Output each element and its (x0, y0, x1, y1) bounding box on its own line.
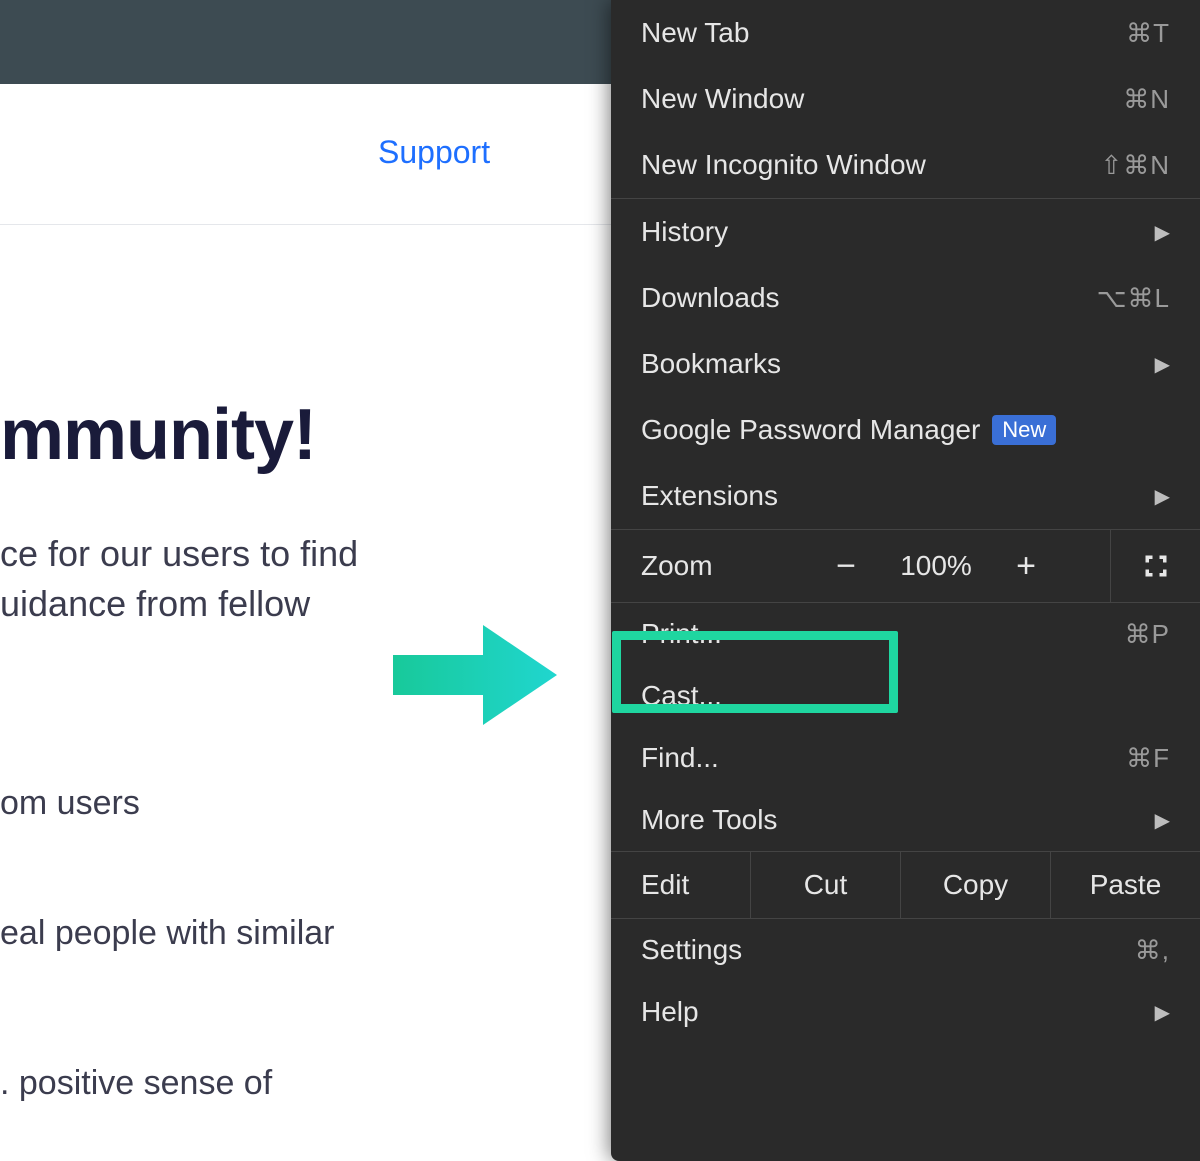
menu-label: New Incognito Window (641, 149, 926, 181)
menu-item-cast[interactable]: Cast... (611, 665, 1200, 727)
menu-label: Help (641, 996, 699, 1028)
menu-item-new-incognito[interactable]: New Incognito Window ⇧⌘N (611, 132, 1200, 198)
body-text-1: om users (0, 784, 140, 823)
menu-shortcut: ⌘F (1126, 743, 1170, 774)
menu-item-print[interactable]: Print... ⌘P (611, 603, 1200, 665)
edit-copy-button[interactable]: Copy (901, 852, 1051, 918)
submenu-arrow-icon: ▶ (1155, 808, 1170, 833)
menu-label: Extensions (641, 480, 778, 512)
menu-shortcut: ⌘, (1135, 935, 1170, 966)
menu-item-settings[interactable]: Settings ⌘, (611, 919, 1200, 981)
menu-shortcut: ⌘T (1126, 18, 1170, 49)
menu-label: New Window (641, 83, 804, 115)
menu-item-zoom: Zoom − 100% + (611, 530, 1200, 602)
fullscreen-icon (1142, 552, 1170, 580)
menu-shortcut: ⇧⌘N (1100, 150, 1170, 181)
chrome-overflow-menu: New Tab ⌘T New Window ⌘N New Incognito W… (611, 0, 1200, 1161)
menu-item-downloads[interactable]: Downloads ⌥⌘L (611, 265, 1200, 331)
page-subtext: ce for our users to find uidance from fe… (0, 529, 500, 630)
menu-label: Print... (641, 618, 722, 650)
submenu-arrow-icon: ▶ (1155, 220, 1170, 245)
edit-paste-button[interactable]: Paste (1051, 852, 1200, 918)
menu-label: Google Password Manager (641, 414, 980, 446)
menu-item-new-tab[interactable]: New Tab ⌘T (611, 0, 1200, 66)
menu-shortcut: ⌘P (1125, 619, 1170, 650)
subtext-line1: ce for our users to find (0, 533, 358, 574)
menu-label: Downloads (641, 282, 780, 314)
zoom-value: 100% (881, 550, 991, 582)
menu-shortcut: ⌘N (1123, 84, 1170, 115)
menu-label: Cast... (641, 680, 722, 712)
body-text-3: . positive sense of (0, 1064, 272, 1103)
menu-item-find[interactable]: Find... ⌘F (611, 727, 1200, 789)
zoom-out-button[interactable]: − (811, 547, 881, 586)
page-title: mmunity! (0, 394, 316, 476)
menu-item-bookmarks[interactable]: Bookmarks ▶ (611, 331, 1200, 397)
menu-label: Find... (641, 742, 719, 774)
menu-shortcut: ⌥⌘L (1097, 283, 1170, 314)
submenu-arrow-icon: ▶ (1155, 484, 1170, 509)
edit-cut-button[interactable]: Cut (751, 852, 901, 918)
zoom-label: Zoom (641, 550, 811, 582)
zoom-in-button[interactable]: + (991, 547, 1061, 586)
menu-item-edit: Edit Cut Copy Paste (611, 852, 1200, 918)
support-link[interactable]: Support (378, 134, 490, 171)
menu-label: History (641, 216, 728, 248)
menu-item-extensions[interactable]: Extensions ▶ (611, 463, 1200, 529)
new-badge: New (992, 415, 1056, 445)
fullscreen-button[interactable] (1110, 530, 1200, 602)
menu-item-history[interactable]: History ▶ (611, 199, 1200, 265)
menu-item-password-manager[interactable]: Google Password Manager New (611, 397, 1200, 463)
menu-item-new-window[interactable]: New Window ⌘N (611, 66, 1200, 132)
menu-item-more-tools[interactable]: More Tools ▶ (611, 789, 1200, 851)
edit-label: Edit (611, 852, 751, 918)
subtext-line2: uidance from fellow (0, 583, 310, 624)
menu-item-help[interactable]: Help ▶ (611, 981, 1200, 1043)
submenu-arrow-icon: ▶ (1155, 1000, 1170, 1025)
submenu-arrow-icon: ▶ (1155, 352, 1170, 377)
menu-label: New Tab (641, 17, 749, 49)
menu-label: More Tools (641, 804, 777, 836)
menu-label: Settings (641, 934, 742, 966)
menu-label: Bookmarks (641, 348, 781, 380)
body-text-2: eal people with similar (0, 914, 335, 953)
